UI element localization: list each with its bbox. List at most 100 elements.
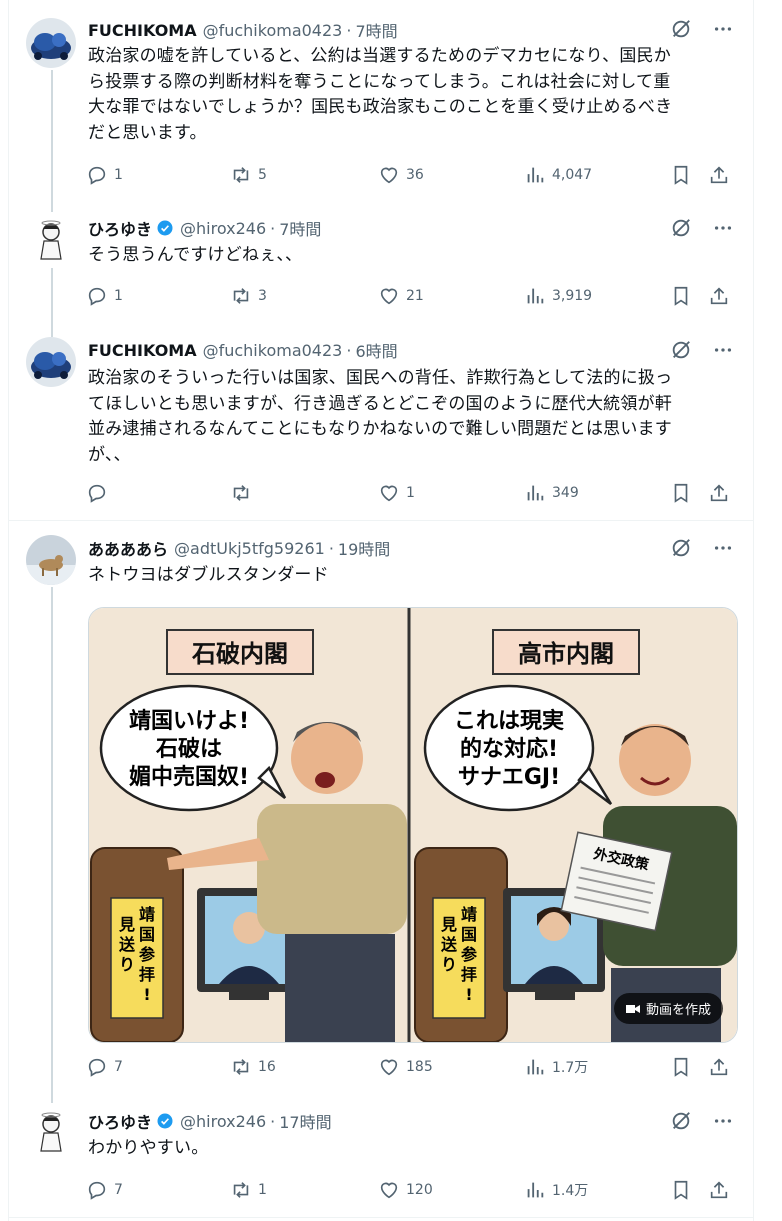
grok-icon[interactable] [668,215,694,241]
tweet-1[interactable]: ひろゆき @hirox246 · 7時間 そう思うんですけどねぇ、、 1 3 2… [8,205,754,330]
video-camera-icon [625,1004,640,1013]
bookmark-icon [674,483,688,503]
tweet-top-icons [668,1108,736,1134]
timestamp[interactable]: 19時間 [338,536,390,560]
svg-text:石破は: 石破は [155,736,222,762]
bookmark-icon [674,1180,688,1200]
bookmark-button[interactable] [670,1056,692,1078]
svg-text:送: 送 [440,935,458,954]
views-button[interactable]: 4,047 [524,164,592,186]
thread-line [51,205,53,212]
share-button[interactable] [708,164,730,186]
like-count: 36 [406,167,424,183]
handle[interactable]: @fuchikoma0423 [203,341,343,360]
like-button[interactable]: 120 [378,1179,433,1201]
bookmark-button[interactable] [670,164,692,186]
svg-text:高市内閣: 高市内閣 [518,640,614,668]
more-icon[interactable] [710,535,736,561]
more-icon[interactable] [710,215,736,241]
display-name[interactable]: ああああら [88,536,168,560]
avatar[interactable] [26,18,76,68]
tweet-header: ひろゆき @hirox246 · 17時間 [88,1109,332,1133]
avatar[interactable] [26,337,76,387]
reply-button[interactable]: 1 [86,164,123,186]
like-button[interactable]: 36 [378,164,424,186]
like-button[interactable]: 21 [378,285,424,307]
tweet-4[interactable]: ひろゆき @hirox246 · 17時間 わかりやすい。 7 1 120 1. [8,1089,754,1217]
repost-button[interactable] [230,482,258,504]
repost-button[interactable]: 1 [230,1179,267,1201]
repost-button[interactable]: 3 [230,285,267,307]
views-button[interactable]: 1.7万 [524,1056,588,1078]
reply-button[interactable]: 7 [86,1056,123,1078]
display-name[interactable]: ひろゆき [88,1109,152,1133]
share-icon [710,287,728,305]
svg-text:参: 参 [461,945,478,964]
views-button[interactable]: 3,919 [524,285,592,307]
tweet-2[interactable]: FUCHIKOMA @fuchikoma0423 · 6時間 政治家のそういった… [8,330,754,520]
handle[interactable]: @hirox246 [180,1112,266,1131]
share-button[interactable] [708,1056,730,1078]
avatar[interactable] [26,535,76,585]
handle[interactable]: @adtUkj5tfg59261 [174,539,325,558]
like-button[interactable]: 1 [378,482,415,504]
reply-button[interactable] [86,482,114,504]
tweet-top-icons [668,215,736,241]
timestamp[interactable]: 7時間 [279,216,321,240]
more-icon[interactable] [710,337,736,363]
avatar[interactable] [26,215,76,265]
grok-icon[interactable] [668,535,694,561]
grok-icon[interactable] [668,1108,694,1134]
avatar[interactable] [26,1107,76,1157]
display-name[interactable]: FUCHIKOMA [88,21,197,40]
svg-text:り: り [119,955,135,974]
views-icon [527,1182,544,1198]
reply-count: 7 [114,1182,123,1198]
reply-button[interactable]: 1 [86,285,123,307]
repost-button[interactable]: 16 [230,1056,276,1078]
reply-icon [88,287,106,306]
more-icon[interactable] [710,1108,736,1134]
tweet-top-icons [668,337,736,363]
tweet-header: ああああら @adtUkj5tfg59261 · 19時間 [88,536,390,560]
bookmark-button[interactable] [670,285,692,307]
display-name[interactable]: ひろゆき [88,216,152,240]
repost-count: 5 [258,167,267,183]
like-button[interactable]: 185 [378,1056,433,1078]
make-video-button[interactable]: 動画を作成 [613,993,723,1024]
share-button[interactable] [708,1179,730,1201]
tweet-header: ひろゆき @hirox246 · 7時間 [88,216,321,240]
views-count: 3,919 [552,288,593,304]
svg-text:見: 見 [440,915,457,934]
reply-icon [88,1058,106,1077]
tweet-0[interactable]: FUCHIKOMA @fuchikoma0423 · 7時間 政治家の嘘を許して… [8,0,754,205]
reply-count: 1 [114,288,123,304]
reply-button[interactable]: 7 [86,1179,123,1201]
more-icon[interactable] [710,16,736,42]
grok-icon[interactable] [668,16,694,42]
bookmark-icon [674,165,688,185]
grok-icon[interactable] [668,337,694,363]
views-button[interactable]: 349 [524,482,579,504]
share-button[interactable] [708,482,730,504]
thread-line [51,1089,53,1103]
handle[interactable]: @hirox246 [180,219,266,238]
share-button[interactable] [708,285,730,307]
share-icon [710,1058,728,1076]
reply-count: 1 [114,167,123,183]
reply-icon [88,166,106,185]
share-icon [710,484,728,502]
views-button[interactable]: 1.4万 [524,1179,588,1201]
bookmark-button[interactable] [670,1179,692,1201]
timestamp[interactable]: 17時間 [279,1109,331,1133]
repost-button[interactable]: 5 [230,164,267,186]
display-name[interactable]: FUCHIKOMA [88,341,197,360]
timestamp[interactable]: 7時間 [355,18,397,42]
timestamp[interactable]: 6時間 [355,338,397,362]
handle[interactable]: @fuchikoma0423 [203,21,343,40]
tweet-3[interactable]: ああああら @adtUkj5tfg59261 · 19時間 ネトウヨはダブルスタ… [8,521,754,1089]
bookmark-button[interactable] [670,482,692,504]
tweet-header: FUCHIKOMA @fuchikoma0423 · 7時間 [88,18,398,42]
tweet-image[interactable]: 石破内閣 靖国いけよ! 石破は 媚中売国奴! 靖 国 参 拝 ! 見 送 り 高… [88,607,738,1043]
svg-text:見: 見 [118,915,135,934]
